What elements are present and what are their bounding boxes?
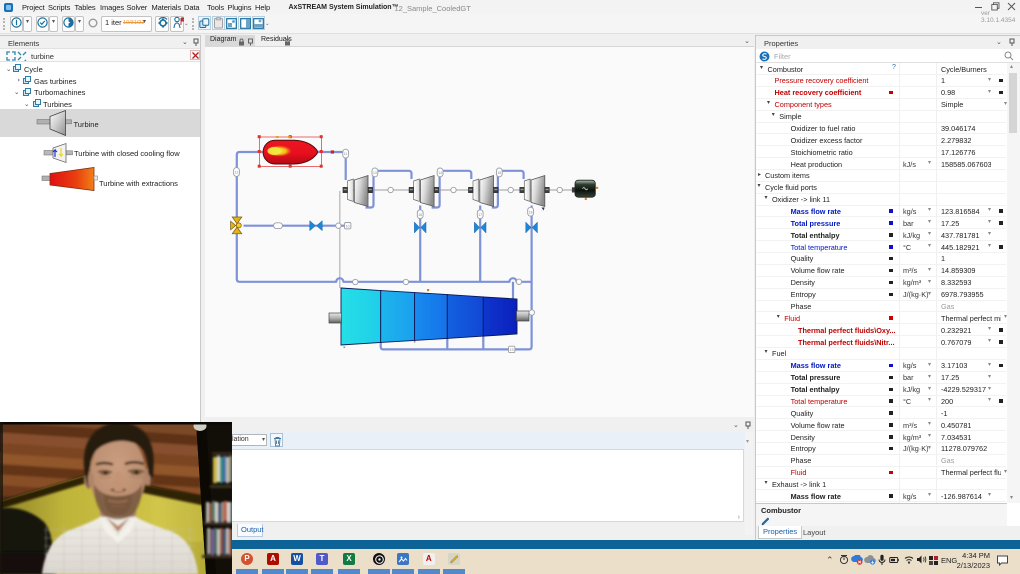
svg-text:18: 18 [529,210,533,214]
svg-text:13: 13 [373,171,377,175]
svg-text:17: 17 [478,213,482,217]
svg-text:12: 12 [235,171,239,175]
svg-text:15: 15 [497,171,501,175]
svg-text:19: 19 [510,348,514,352]
svg-text:16: 16 [418,213,422,217]
svg-text:10: 10 [346,224,350,228]
svg-text:11: 11 [344,152,348,156]
svg-text:14: 14 [438,171,442,175]
